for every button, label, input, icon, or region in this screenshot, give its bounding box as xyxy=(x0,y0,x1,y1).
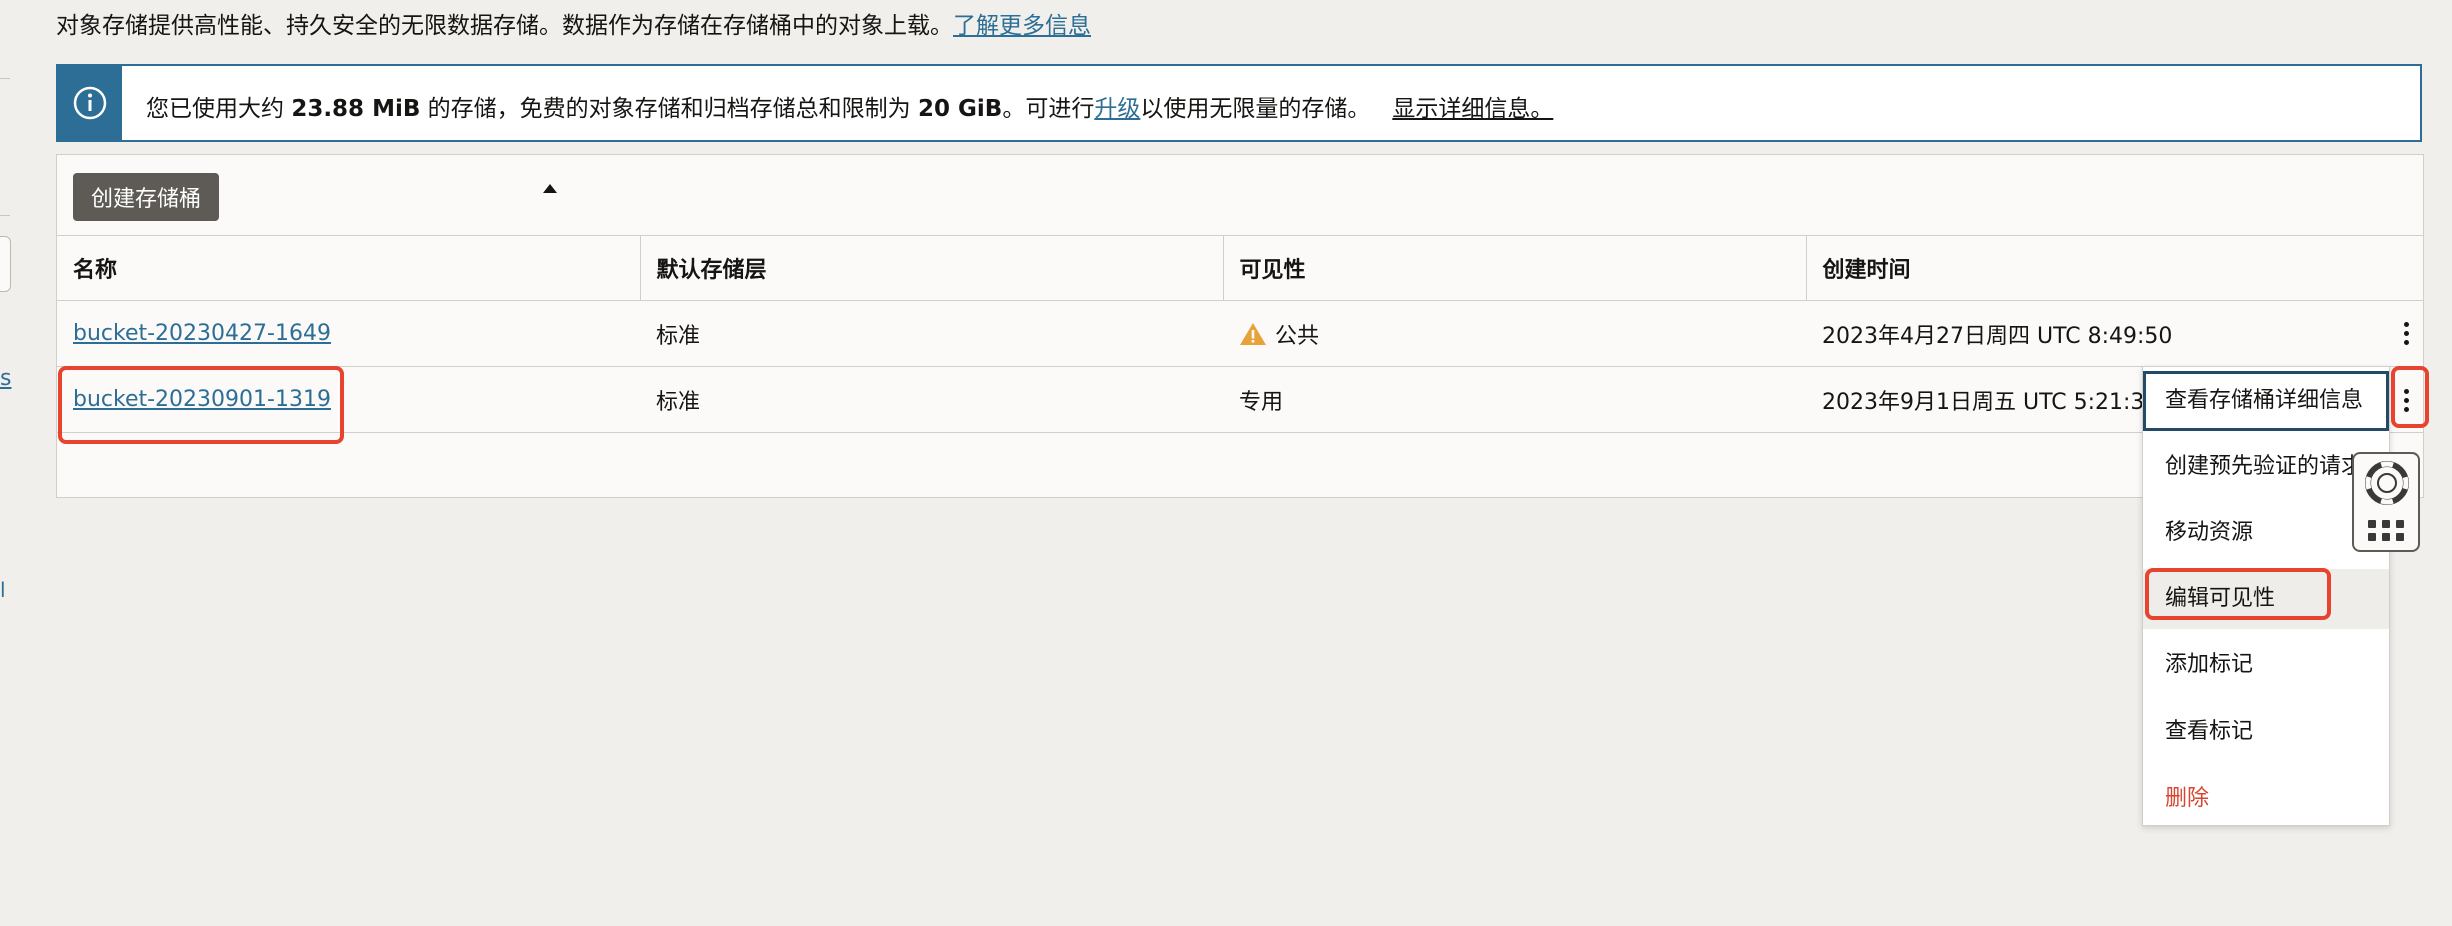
info-icon xyxy=(58,66,122,140)
side-panel-divider xyxy=(0,215,10,216)
column-header-name[interactable]: 名称 xyxy=(57,235,641,301)
side-panel-field-edge[interactable] xyxy=(0,236,11,292)
menu-item-edit-visibility[interactable]: 编辑可见性 xyxy=(2143,569,2389,629)
bucket-name-cell: bucket-20230901-1319 xyxy=(57,366,640,433)
menu-item-delete[interactable]: 删除 xyxy=(2143,769,2389,829)
learn-more-link[interactable]: 了解更多信息 xyxy=(953,13,1091,39)
side-panel-link-fragment[interactable]: s xyxy=(0,366,11,391)
visibility-value: 公共 xyxy=(1275,323,1320,349)
column-header-created[interactable]: 创建时间 xyxy=(1806,235,2423,301)
help-widget[interactable] xyxy=(2352,452,2420,552)
table-header-row: 名称 默认存储层 可见性 创建时间 xyxy=(57,235,2423,301)
table-row: bucket-20230901-1319 标准 专用 2023年9月1日周五 U… xyxy=(57,366,2423,433)
storage-tier-cell: 标准 xyxy=(640,300,1223,367)
visibility-value: 专用 xyxy=(1239,389,1284,415)
usage-text: 您已使用大约 xyxy=(146,96,292,122)
row-actions-kebab-icon[interactable] xyxy=(2391,313,2421,353)
side-panel-text-fragment: l xyxy=(0,578,6,602)
used-storage-value: 23.88 MiB xyxy=(291,96,421,122)
storage-limit-value: 20 GiB xyxy=(918,96,1003,122)
menu-item-view-bucket-details[interactable]: 查看存储桶详细信息 xyxy=(2143,371,2389,431)
storage-tier-cell: 标准 xyxy=(640,366,1223,433)
visibility-cell: 公共 xyxy=(1223,300,1806,367)
intro-description: 对象存储提供高性能、持久安全的无限数据存储。数据作为存储在存储桶中的对象上载。了… xyxy=(56,6,1091,40)
bucket-name-cell: bucket-20230427-1649 xyxy=(57,300,640,367)
create-bucket-button[interactable]: 创建存储桶 xyxy=(73,173,220,221)
buckets-table: 名称 默认存储层 可见性 创建时间 bucket-20230427-1649 标… xyxy=(57,235,2423,433)
usage-text: 的存储，免费的对象存储和归档存储总和限制为 xyxy=(420,96,918,122)
table-row: bucket-20230427-1649 标准 公共 2023年4月27日周四 … xyxy=(57,300,2423,367)
menu-item-add-tags[interactable]: 添加标记 xyxy=(2143,635,2389,695)
upgrade-link[interactable]: 升级 xyxy=(1094,96,1140,122)
lifebuoy-icon[interactable] xyxy=(2364,460,2410,506)
menu-item-view-tags[interactable]: 查看标记 xyxy=(2143,702,2389,762)
warning-icon xyxy=(1240,322,1266,345)
row-actions-menu: 查看存储桶详细信息 创建预先验证的请求 移动资源 编辑可见性 添加标记 查看标记… xyxy=(2142,366,2390,826)
side-panel-divider xyxy=(0,78,10,79)
show-details-link[interactable]: 显示详细信息。 xyxy=(1392,96,1553,122)
bucket-name-link[interactable]: bucket-20230427-1649 xyxy=(73,321,331,346)
app-grid-icon[interactable] xyxy=(2368,520,2404,541)
storage-usage-message: 您已使用大约 23.88 MiB 的存储，免费的对象存储和归档存储总和限制为 2… xyxy=(146,89,1553,123)
intro-text: 对象存储提供高性能、持久安全的无限数据存储。数据作为存储在存储桶中的对象上载。 xyxy=(56,13,953,39)
created-time-cell: 2023年4月27日周四 UTC 8:49:50 xyxy=(1806,300,2423,367)
column-header-visibility[interactable]: 可见性 xyxy=(1223,235,1807,301)
sort-ascending-icon[interactable] xyxy=(543,184,557,193)
visibility-cell: 专用 xyxy=(1223,366,1806,433)
column-header-storage-tier[interactable]: 默认存储层 xyxy=(640,235,1224,301)
bucket-name-link[interactable]: bucket-20230901-1319 xyxy=(73,387,331,412)
buckets-table-panel: 创建存储桶 名称 默认存储层 可见性 创建时间 bucket-20230427-… xyxy=(56,154,2424,498)
usage-text: 以使用无限量的存储。 xyxy=(1140,96,1371,122)
row-actions-kebab-icon[interactable] xyxy=(2391,380,2421,420)
usage-text: 。可进行 xyxy=(1002,96,1095,122)
storage-usage-banner: 您已使用大约 23.88 MiB 的存储，免费的对象存储和归档存储总和限制为 2… xyxy=(56,64,2422,142)
